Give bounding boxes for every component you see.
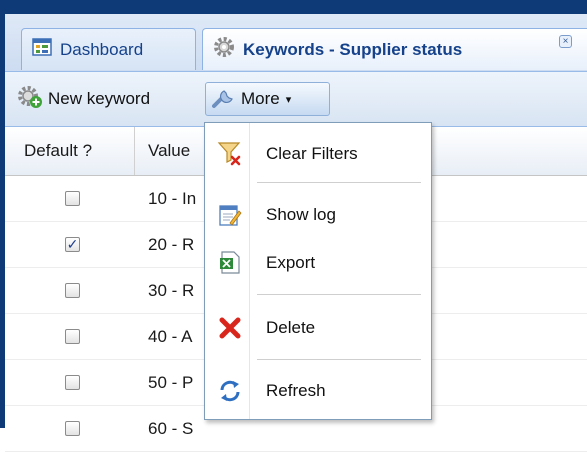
tab-keywords-supplier-status[interactable]: Keywords - Supplier status [202, 28, 587, 70]
more-dropdown-menu: Clear Filters Show log Export Delete Ref… [204, 122, 432, 420]
delete-icon [217, 314, 243, 342]
chevron-down-icon: ▾ [285, 93, 292, 106]
menu-item-refresh[interactable]: Refresh [205, 369, 431, 413]
default-checkbox[interactable] [65, 329, 80, 344]
more-menu-button[interactable]: More ▾ [205, 82, 330, 116]
gear-icon [213, 36, 235, 63]
tab-dashboard-label: Dashboard [60, 39, 144, 59]
tab-strip: Dashboard Keywords - Supplier status [5, 14, 587, 72]
value-cell: 10 - In [148, 189, 197, 208]
menu-separator [257, 182, 421, 183]
default-checkbox-checked[interactable]: ✓ [65, 237, 80, 252]
refresh-icon [217, 377, 243, 405]
menu-label-export: Export [266, 253, 316, 272]
default-checkbox[interactable] [65, 375, 80, 390]
tab-dashboard[interactable]: Dashboard [21, 28, 196, 70]
new-keyword-button[interactable]: New keyword [15, 82, 150, 116]
menu-separator [257, 359, 421, 360]
close-tab-icon[interactable]: × [559, 35, 572, 48]
menu-separator [257, 294, 421, 295]
value-cell: 60 - S [148, 419, 194, 438]
value-cell: 20 - R [148, 235, 195, 254]
column-header-default[interactable]: Default ? [5, 127, 135, 175]
menu-label-delete: Delete [266, 318, 316, 337]
default-checkbox[interactable] [65, 421, 80, 436]
menu-label-show-log: Show log [266, 205, 336, 224]
log-icon [217, 201, 243, 229]
gear-add-icon [15, 84, 45, 115]
default-checkbox[interactable] [65, 283, 80, 298]
filter-clear-icon [217, 140, 243, 168]
tab-keywords-label: Keywords - Supplier status [243, 39, 463, 59]
value-cell: 40 - A [148, 327, 193, 346]
menu-item-clear-filters[interactable]: Clear Filters [205, 132, 431, 176]
value-cell: 30 - R [148, 281, 195, 300]
menu-label-clear-filters: Clear Filters [266, 144, 358, 163]
wrench-icon [210, 85, 238, 114]
menu-label-refresh: Refresh [266, 381, 326, 400]
excel-icon [217, 249, 243, 277]
window-top-bar [0, 0, 587, 14]
value-cell: 50 - P [148, 373, 194, 392]
column-header-value[interactable]: Value [135, 127, 190, 175]
new-keyword-label: New keyword [48, 89, 151, 108]
more-label: More [241, 89, 280, 108]
menu-item-show-log[interactable]: Show log [205, 193, 431, 237]
menu-item-export[interactable]: Export [205, 241, 431, 285]
toolbar: New keyword More ▾ [5, 72, 587, 127]
default-checkbox[interactable] [65, 191, 80, 206]
menu-item-delete[interactable]: Delete [205, 306, 431, 350]
dashboard-icon [32, 38, 52, 61]
